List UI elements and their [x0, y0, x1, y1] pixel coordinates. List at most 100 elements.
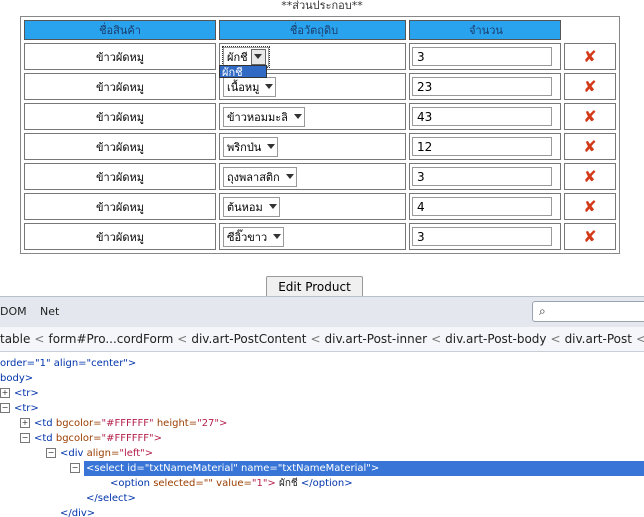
quantity-field[interactable]: 4: [412, 197, 552, 216]
breadcrumb-separator: <: [310, 332, 321, 346]
tree-node[interactable]: order="1" align="center">: [0, 356, 136, 371]
tree-attr: align=: [86, 448, 120, 459]
expand-icon[interactable]: +: [0, 388, 10, 398]
tree-node[interactable]: − <div align="left">: [46, 446, 153, 461]
tree-attr: selected="" value=: [153, 478, 252, 489]
tree-node-tag: <option: [110, 478, 150, 489]
tree-attr-value: "27">: [197, 418, 228, 429]
breadcrumb-separator: <: [550, 332, 561, 346]
tree-attr-value: "#FFFFFF": [101, 418, 154, 429]
chevron-down-icon: [265, 84, 274, 89]
delete-icon[interactable]: ✘: [583, 47, 596, 66]
table-row: ข้าวผัดหมู ต้นหอม 4 ✘: [24, 193, 616, 220]
product-cell: ข้าวผัดหมู: [24, 223, 216, 250]
collapse-icon[interactable]: −: [20, 433, 30, 443]
tree-node[interactable]: body>: [0, 371, 33, 386]
search-icon: ⌕: [539, 304, 546, 318]
header-material-name: ชื่อวัตถุดิบ: [219, 20, 406, 40]
delete-icon[interactable]: ✘: [583, 77, 596, 96]
tree-node[interactable]: </select>: [86, 491, 136, 506]
breadcrumb-item[interactable]: div.art-PostContent: [191, 332, 306, 346]
breadcrumb-item[interactable]: div.art-Post-body: [445, 332, 546, 346]
breadcrumb-separator: <: [636, 332, 644, 346]
delete-icon[interactable]: ✘: [583, 167, 596, 186]
chevron-down-icon: [293, 114, 302, 119]
tree-attr-value: "1">: [251, 478, 276, 489]
delete-icon[interactable]: ✘: [583, 107, 596, 126]
header-empty: [564, 20, 616, 40]
breadcrumb-item[interactable]: div.art-Post: [565, 332, 632, 346]
quantity-field[interactable]: 43: [412, 107, 552, 126]
tree-node-tag: <tr>: [14, 403, 39, 414]
product-cell: ข้าวผัดหมู: [24, 163, 216, 190]
material-select-value: ถุงพลาสติก: [227, 170, 280, 184]
material-select[interactable]: เนื้อหมู: [223, 76, 277, 97]
tree-node[interactable]: + <tr>: [0, 386, 39, 401]
chevron-down-icon: [267, 144, 276, 149]
quantity-field[interactable]: 23: [412, 77, 552, 96]
tree-node-tag: <td: [34, 418, 53, 429]
chevron-down-icon[interactable]: [250, 48, 266, 65]
tree-node-selected[interactable]: <select id="txtNameMaterial" name="txtNa…: [84, 461, 644, 476]
table-row: ข้าวผัดหมู พริกป่น 12 ✘: [24, 133, 616, 160]
quantity-field[interactable]: 3: [412, 167, 552, 186]
tree-node[interactable]: </div>: [60, 506, 95, 517]
material-select-value: ข้าวหอมมะลิ: [227, 110, 288, 124]
tree-node-tag: <td: [34, 433, 53, 444]
material-select-value: ผักชี: [227, 50, 248, 64]
header-quantity: จำนวน: [409, 20, 561, 40]
delete-icon[interactable]: ✘: [583, 227, 596, 246]
breadcrumb-separator: <: [431, 332, 442, 346]
product-cell: ข้าวผัดหมู: [24, 43, 216, 70]
product-cell: ข้าวผัดหมู: [24, 193, 216, 220]
product-cell: ข้าวผัดหมู: [24, 133, 216, 160]
breadcrumb-item[interactable]: table: [0, 332, 30, 346]
quantity-field[interactable]: 12: [412, 137, 552, 156]
material-select[interactable]: ข้าวหอมมะลิ: [223, 106, 305, 127]
delete-icon[interactable]: ✘: [583, 197, 596, 216]
material-select-value: ต้นหอม: [227, 200, 263, 214]
material-select[interactable]: ถุงพลาสติก: [223, 166, 297, 187]
html-tree: order="1" align="center"> body> + <tr> − <…: [0, 352, 644, 517]
delete-icon[interactable]: ✘: [583, 137, 596, 156]
tree-node[interactable]: <option selected="" value="1"> ผักชี </o…: [110, 476, 353, 491]
tree-attr: bgcolor=: [55, 418, 102, 429]
product-cell: ข้าวผัดหมู: [24, 73, 216, 100]
breadcrumb-item[interactable]: form#Pro...cordForm: [48, 332, 173, 346]
material-dropdown-option[interactable]: ผักชี: [219, 65, 267, 79]
devtools-search-input[interactable]: ⌕: [532, 301, 644, 322]
material-select[interactable]: ต้นหอม: [223, 196, 280, 217]
material-select[interactable]: ซีอิ๊วขาว: [223, 226, 285, 247]
header-product-name: ชื่อสินค้า: [24, 20, 216, 40]
product-cell: ข้าวผัดหมู: [24, 103, 216, 130]
material-select[interactable]: พริกป่น: [223, 136, 279, 157]
tab-dom[interactable]: DOM: [0, 305, 27, 318]
tree-attr: height=: [156, 418, 198, 429]
collapse-icon[interactable]: −: [70, 463, 80, 473]
tree-node[interactable]: − <tr>: [0, 401, 39, 416]
chevron-down-icon: [285, 174, 294, 179]
tree-node-tag: <tr>: [14, 388, 39, 399]
collapse-icon[interactable]: −: [0, 403, 10, 413]
tab-net[interactable]: Net: [40, 305, 59, 318]
tree-text: ผักชี: [279, 478, 298, 489]
collapse-icon[interactable]: −: [46, 448, 56, 458]
material-select-value: พริกป่น: [227, 140, 262, 154]
material-select[interactable]: ผักชี: [222, 45, 270, 68]
tree-attr: bgcolor=: [55, 433, 102, 444]
breadcrumb-separator: <: [34, 332, 45, 346]
expand-icon[interactable]: +: [20, 418, 30, 428]
edit-product-button[interactable]: Edit Product: [266, 276, 363, 298]
tree-node-tag: <div: [60, 448, 84, 459]
breadcrumb-item[interactable]: div.art-Post-inner: [325, 332, 428, 346]
material-select-value: ซีอิ๊วขาว: [227, 230, 268, 244]
table-row: ข้าวผัดหมู ถุงพลาสติก 3 ✘: [24, 163, 616, 190]
table-row: ข้าวผัดหมู ข้าวหอมมะลิ 43 ✘: [24, 103, 616, 130]
table-row: ข้าวผัดหมู ผักชี 3 ✘: [24, 43, 616, 70]
tree-node[interactable]: − <td bgcolor="#FFFFFF">: [20, 431, 162, 446]
tree-node[interactable]: + <td bgcolor="#FFFFFF" height="27">: [20, 416, 227, 431]
chevron-down-icon: [273, 234, 282, 239]
quantity-field[interactable]: 3: [412, 47, 552, 66]
chevron-down-icon: [268, 204, 277, 209]
quantity-field[interactable]: 3: [412, 227, 552, 246]
